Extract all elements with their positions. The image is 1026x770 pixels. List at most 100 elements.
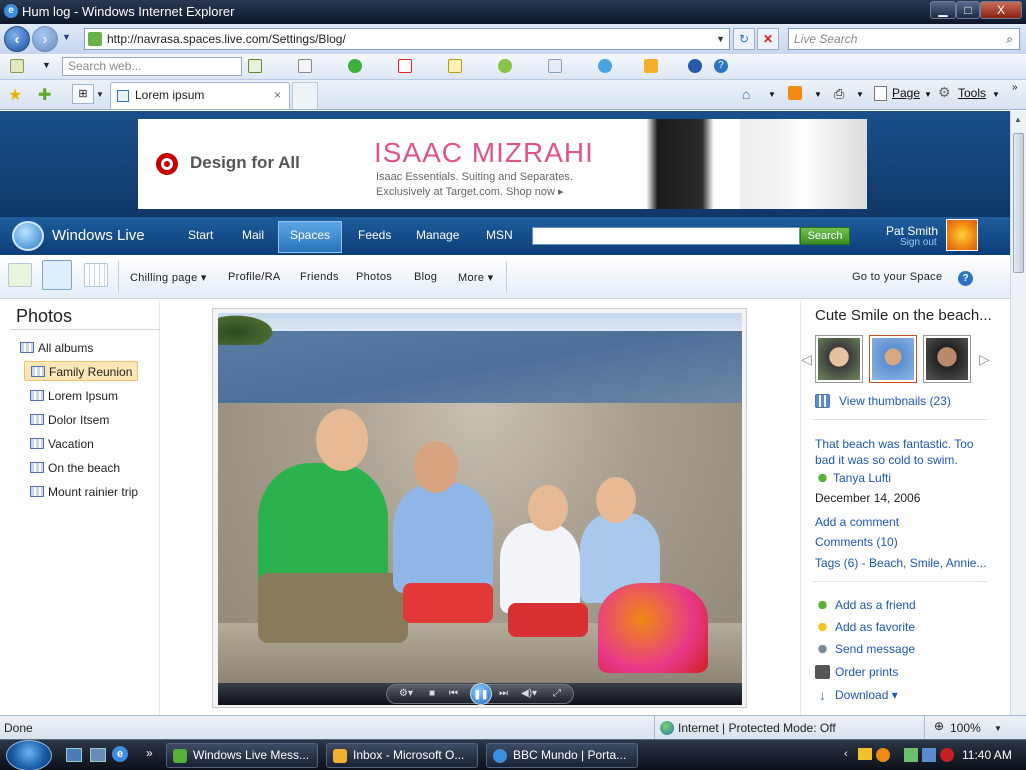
nav-msn[interactable]: MSN [486,228,513,242]
mail-tray-icon[interactable] [858,748,872,760]
toolbar-overflow-icon[interactable]: » [1012,82,1018,93]
minimize-button[interactable]: ▁ [930,1,956,19]
nav-blog[interactable]: Blog [414,271,437,283]
next-thumb-icon[interactable]: ▷ [979,351,990,368]
security-zone[interactable]: Internet | Protected Mode: Off [678,721,836,735]
gmail-icon[interactable] [398,59,412,73]
volume-tray-icon[interactable] [940,748,954,762]
wl-search-button[interactable]: Search [800,227,850,245]
back-button[interactable]: ‹ [4,26,30,52]
search-icon[interactable]: ⌕ [1006,29,1013,49]
zoom-dropdown-icon[interactable]: ▼ [994,724,1002,733]
highlight-icon[interactable] [298,59,312,73]
album-on-the-beach[interactable]: On the beach [24,458,120,478]
order-prints-link[interactable]: Order prints [835,665,898,679]
nav-more[interactable]: More ▾ [458,271,493,284]
tags-link[interactable]: Tags (6) - Beach, Smile, Annie... [815,556,986,570]
album-vacation[interactable]: Vacation [24,434,94,454]
page-menu-dropdown-icon[interactable]: ▼ [924,90,932,99]
sign-out-link[interactable]: Sign out [900,237,937,248]
go-to-space-link[interactable]: Go to your Space [852,271,942,283]
album-dolor-itsem[interactable]: Dolor Itsem [24,410,109,430]
feeds-dropdown-icon[interactable]: ▼ [814,90,822,99]
tray-expand-icon[interactable]: ‹ [844,748,848,760]
nav-mail[interactable]: Mail [242,228,264,242]
toolbar-dropdown-icon[interactable]: ▼ [42,60,51,70]
previous-thumb-icon[interactable]: ◁ [801,351,812,368]
stop-icon[interactable]: ■ [429,688,435,699]
nav-manage[interactable]: Manage [416,228,459,242]
settings-icon[interactable]: ⚙▾ [399,688,413,699]
live-search-input[interactable]: Live Search ⌕ [788,28,1020,50]
view-thumbnails-link[interactable]: View thumbnails (23) [839,394,951,408]
history-dropdown-icon[interactable]: ▼ [62,32,71,42]
switch-windows-icon[interactable] [90,748,106,762]
add-comment-link[interactable]: Add a comment [815,515,899,529]
forward-button[interactable]: › [32,26,58,52]
windows-live-logo-text[interactable]: Windows Live [52,227,145,244]
avatar[interactable] [946,219,978,251]
pause-icon[interactable]: ❚❚ [470,683,492,705]
album-all[interactable]: All albums [14,338,93,358]
next-icon[interactable]: ⏭ [499,688,508,699]
add-favorites-icon[interactable]: ✚ [38,85,51,105]
thumbnail-2[interactable] [869,335,917,383]
volume-icon[interactable]: ◀)▾ [521,688,537,699]
tab-list-dropdown-icon[interactable]: ▼ [96,90,104,99]
album-family-reunion[interactable]: Family Reunion [24,361,138,381]
add-icon[interactable] [348,59,362,73]
nav-photos[interactable]: Photos [356,271,392,283]
add-favorite-link[interactable]: Add as favorite [835,620,915,634]
home-dropdown-icon[interactable]: ▼ [768,90,776,99]
tab-close-icon[interactable]: × [274,83,281,108]
toolbar-logo-icon[interactable] [10,59,24,73]
home-space-icon[interactable] [8,263,32,287]
refresh-icon[interactable]: ↻ [733,28,755,50]
fullscreen-icon[interactable]: ⤢ [553,688,561,699]
print-dropdown-icon[interactable]: ▼ [856,90,864,99]
help-icon[interactable]: ? [714,59,728,73]
calendar-icon[interactable] [84,263,108,287]
address-dropdown-icon[interactable]: ▼ [716,29,725,49]
feeds-icon[interactable] [788,86,802,100]
display-tray-icon[interactable] [922,748,936,762]
search-web-input[interactable]: Search web... [62,57,242,76]
new-tab-button[interactable] [292,82,318,109]
task-windows-live-messenger[interactable]: Windows Live Mess... [166,743,318,768]
author-link[interactable]: Tanya Lufti [833,471,891,485]
send-message-link[interactable]: Send message [835,642,915,656]
comments-link[interactable]: Comments (10) [815,535,898,549]
user-name[interactable]: Pat Smith [886,224,938,238]
home-icon[interactable]: ⌂ [742,86,750,102]
zoom-level[interactable]: 100% [950,721,981,735]
favorites-star-icon[interactable]: ★ [8,85,22,105]
messenger-tray-icon[interactable] [876,748,890,762]
maximize-button[interactable]: □ [956,1,980,19]
download-link[interactable]: Download ▾ [835,688,898,702]
mail-icon[interactable] [548,59,562,73]
start-button[interactable] [6,740,52,770]
nav-start[interactable]: Start [188,228,213,242]
wl-search-input[interactable] [532,227,800,245]
address-input[interactable]: http://navrasa.spaces.live.com/Settings/… [84,28,730,50]
ie-quicklaunch-icon[interactable]: e [112,746,128,762]
help-icon[interactable]: ? [958,271,973,286]
album-mount-rainier-trip[interactable]: Mount rainier trip [24,482,138,502]
nav-feeds[interactable]: Feeds [358,228,391,242]
album-lorem-ipsum[interactable]: Lorem Ipsum [24,386,118,406]
photo-viewer[interactable] [218,313,742,683]
pictures-icon[interactable] [644,59,658,73]
scrollbar-thumb[interactable] [1013,133,1024,273]
show-desktop-icon[interactable] [66,748,82,762]
previous-icon[interactable]: ⏮ [449,688,458,699]
nav-spaces[interactable]: Spaces [290,228,330,242]
task-bbc-mundo[interactable]: BBC Mundo | Porta... [486,743,638,768]
page-scrollbar[interactable]: ▲ [1010,111,1026,715]
friends-space-icon[interactable] [42,260,72,290]
scroll-up-icon[interactable]: ▲ [1014,115,1022,124]
nav-profile[interactable]: Profile/RA [228,271,281,283]
search-go-icon[interactable] [248,59,262,73]
messenger-icon[interactable] [688,59,702,73]
task-outlook-inbox[interactable]: Inbox - Microsoft O... [326,743,478,768]
contacts-icon[interactable] [598,59,612,73]
